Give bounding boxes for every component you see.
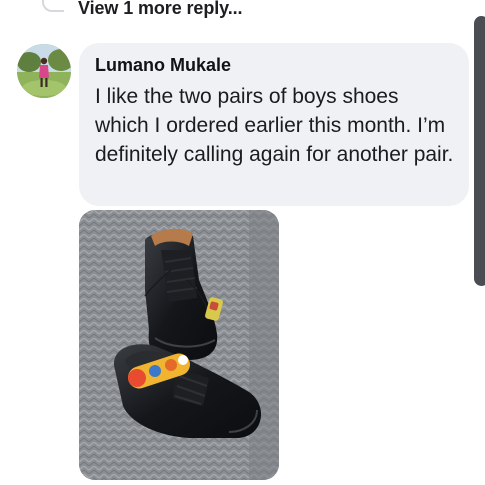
view-more-replies-link[interactable]: View 1 more reply... — [78, 0, 243, 19]
scrollbar-thumb[interactable] — [474, 16, 485, 286]
comment-author-name[interactable]: Lumano Mukale — [95, 54, 455, 76]
shoes-photo — [79, 210, 279, 480]
comment-text: I like the two pairs of boys shoes which… — [95, 85, 454, 166]
comment-photo-attachment[interactable] — [79, 210, 279, 480]
comment-bubble: Lumano Mukale I like the two pairs of bo… — [79, 43, 469, 206]
comment-thread: View 1 more reply... Lumano Mukale I lik… — [0, 0, 485, 485]
avatar[interactable] — [17, 44, 71, 98]
thread-connector-line — [42, 0, 64, 12]
avatar-photo — [17, 44, 71, 98]
